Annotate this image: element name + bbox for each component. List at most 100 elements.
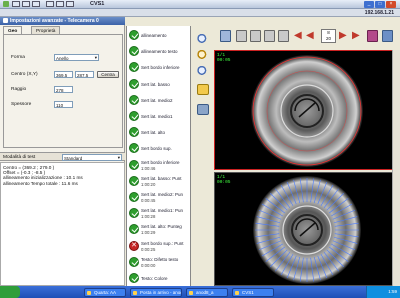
spessore-label: Spessore: [11, 102, 32, 107]
log-line: allineamento Tempo totale : 11.6 ms: [3, 180, 78, 186]
settings-icon: [3, 18, 8, 24]
operation-item[interactable]: Testo: Colore: [128, 270, 190, 286]
operation-name: Sert lat. alto: Punteg: [141, 224, 182, 230]
operation-item[interactable]: Sert bordo inferiore: [128, 59, 190, 76]
check-icon: [129, 175, 139, 186]
chevron-down-icon: ▾: [117, 155, 120, 160]
taskbar-item[interactable]: Quarta: AA: [84, 287, 126, 297]
operation-item[interactable]: Testo: Difetto testo 0:00:00: [128, 254, 190, 271]
operation-name: Sert lat. basso: Punt: [141, 175, 182, 181]
app-logo-icon: [3, 1, 9, 7]
zoom-out-icon[interactable]: [197, 50, 209, 61]
minimize-button[interactable]: _: [364, 0, 374, 8]
operation-item[interactable]: Sert bordo inferiore 1:00:46: [128, 157, 190, 174]
export-icon[interactable]: [382, 30, 393, 42]
layout-icon[interactable]: [250, 30, 261, 42]
camera-view-top[interactable]: 1/1 00:05: [214, 50, 398, 170]
operation-item[interactable]: allineamento testo: [128, 43, 190, 60]
check-icon: [129, 273, 139, 283]
check-icon: [129, 256, 139, 267]
new-icon[interactable]: [12, 1, 20, 7]
operation-item[interactable]: Sert lat. medio2: Pun 0:00:45: [128, 189, 190, 206]
operation-item[interactable]: Sert bordo sup.: [128, 140, 190, 157]
check-icon: [129, 208, 139, 219]
raggio-field[interactable]: 278: [54, 86, 73, 93]
operation-name: Sert lat. medio2: Pun: [141, 192, 184, 197]
taskbar: Quarta: AA Posta in arrivo - anod... ano…: [0, 286, 400, 298]
operation-item[interactable]: Sert lat. alto: [128, 124, 190, 141]
zoom-in-icon[interactable]: [197, 34, 209, 45]
settings-gear-icon[interactable]: [197, 104, 209, 115]
grid-icon[interactable]: [236, 30, 247, 42]
operation-time: 1:00:20: [141, 181, 156, 187]
paste-icon[interactable]: [66, 1, 74, 7]
operation-item[interactable]: Sert lat. basso: Punt 1:00:20: [128, 173, 190, 190]
operation-item[interactable]: ✕ Sert bordo sup.: Punt 0:00:25: [128, 238, 190, 255]
camera-view-bottom[interactable]: 1/1 00:05: [214, 172, 398, 286]
operation-item[interactable]: Sert lat. medio2: [128, 92, 190, 109]
vertical-scrollbar[interactable]: [392, 50, 400, 286]
camera-icon[interactable]: [220, 30, 231, 42]
taskbar-item[interactable]: CVS1: [232, 287, 274, 297]
tab-geo[interactable]: Geo: [3, 26, 23, 34]
operation-name: Sert lat. alto: [141, 130, 166, 136]
chevron-down-icon: ▾: [94, 55, 97, 60]
geo-tab-content: Forma Anello ▾ Centro (X,Y) 369.5 287.5 …: [3, 34, 123, 148]
raggio-label: Raggio: [11, 87, 27, 92]
taskbar-item[interactable]: Posta in arrivo - anod...: [130, 287, 182, 297]
forma-label: Forma: [11, 55, 25, 60]
operation-item[interactable]: allineamento: [128, 27, 190, 44]
panel-title: Impostazioni avanzate - Telecamera 0: [0, 17, 125, 25]
open-icon[interactable]: [22, 1, 30, 7]
last-arrow-icon[interactable]: ▶: [352, 30, 364, 42]
start-button[interactable]: [0, 286, 20, 298]
modality-select[interactable]: Standard ▾: [62, 154, 122, 161]
record-icon[interactable]: [367, 30, 378, 42]
zoom-fit-icon[interactable]: [197, 66, 209, 77]
operation-item[interactable]: Sert lat. alto: Punteg 1:00:29: [128, 221, 190, 238]
operation-name: Sert bordo sup.: [141, 146, 172, 152]
centro-y-field[interactable]: 287.5: [75, 71, 94, 78]
centro-x-field[interactable]: 369.5: [54, 71, 73, 78]
operation-name: Sert bordo inferiore: [141, 65, 180, 71]
operation-time: 1:00:29: [141, 230, 156, 236]
next-arrow-icon[interactable]: ▶: [339, 30, 351, 42]
check-icon: [129, 78, 139, 89]
operation-name: Testo: Colore: [141, 276, 168, 281]
check-icon: [129, 127, 139, 138]
check-icon: [129, 192, 139, 202]
check-icon: [129, 94, 139, 105]
folder-icon[interactable]: [197, 84, 209, 95]
system-tray: 1:59: [366, 286, 400, 298]
title-bar: CVS1 _ □ ×: [0, 0, 400, 9]
copy-icon[interactable]: [56, 1, 64, 7]
first-arrow-icon[interactable]: ◀: [294, 30, 306, 42]
forma-select[interactable]: Anello ▾: [54, 54, 99, 61]
cut-icon[interactable]: [46, 1, 54, 7]
operation-name: allineamento: [141, 33, 167, 38]
maximize-button[interactable]: □: [375, 0, 385, 8]
save-icon[interactable]: [32, 1, 40, 7]
spessore-field[interactable]: 110: [54, 101, 73, 108]
operation-name: allineamento testo: [141, 49, 178, 55]
operation-item[interactable]: Sert lat. basso: [128, 76, 190, 93]
modality-bar: Modalità di test Standard ▾: [0, 152, 125, 161]
close-button[interactable]: ×: [386, 0, 396, 8]
check-icon: [129, 30, 139, 40]
operation-time: 0:00:45: [141, 198, 156, 203]
operation-name: Testo: Difetto testo: [141, 256, 179, 262]
check-icon: [129, 159, 139, 170]
print-icon[interactable]: [264, 30, 275, 42]
taskbar-item[interactable]: anod8_a: [186, 287, 228, 297]
tire-image-measured: [253, 176, 361, 284]
operation-item[interactable]: Sert lat. medio1: [128, 108, 190, 125]
frame-counter: 8 20: [321, 29, 336, 43]
log-output: Centro = (369.2 ; 279.0 ) Offset = (-0.3…: [0, 162, 125, 286]
centra-button[interactable]: Centra: [97, 71, 119, 78]
tab-proprieta[interactable]: Proprietà: [31, 26, 61, 34]
prev-arrow-icon[interactable]: ◀: [306, 30, 318, 42]
disk-icon[interactable]: [278, 30, 289, 42]
operation-item[interactable]: Sert lat. medio1: Pun 1:00:28: [128, 205, 190, 222]
operation-name: Sert bordo inferiore: [141, 159, 180, 165]
camera-info: 1/1 00:05: [217, 175, 231, 185]
